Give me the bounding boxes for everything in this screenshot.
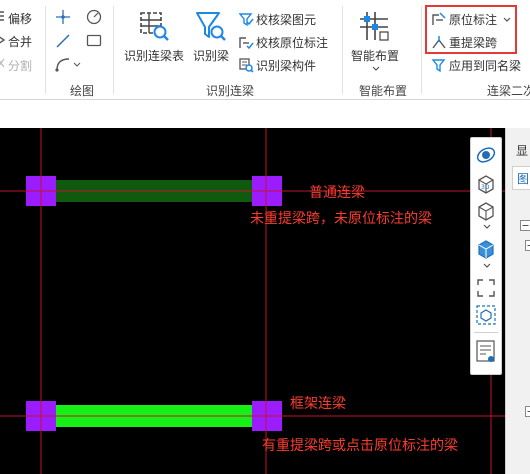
frame-beam-note: 有重提梁跨或点击原位标注的梁 (262, 438, 458, 454)
chevron-down-icon[interactable] (372, 66, 380, 72)
apply-same-name-icon[interactable] (431, 57, 447, 73)
group-label-identify: 识别连梁 (206, 84, 255, 98)
frame-beam-label: 框架连梁 (290, 396, 346, 412)
select-3d-icon[interactable] (475, 304, 497, 326)
line-icon[interactable] (55, 33, 71, 49)
canvas-graphics (0, 128, 530, 474)
identify-table-button[interactable]: 识别连梁表 (124, 49, 184, 63)
offset-button[interactable]: 偏移 (8, 12, 32, 26)
identify-component-icon[interactable] (238, 57, 254, 73)
in-situ-annotation-button[interactable]: 原位标注 (449, 13, 497, 27)
group-label-smart: 智能布置 (359, 84, 408, 98)
repick-span-icon[interactable] (431, 34, 447, 50)
identify-component-button[interactable]: 识别梁构件 (256, 59, 316, 73)
identify-beam-button[interactable]: 识别梁 (193, 49, 229, 63)
split-icon (0, 57, 6, 69)
collapse-icon[interactable] (525, 240, 530, 251)
side-panel-title: 显 (516, 144, 529, 158)
in-situ-annotation-icon[interactable] (431, 11, 447, 27)
apply-same-name-button[interactable]: 应用到同名梁 (449, 59, 521, 73)
check-annotation-button[interactable]: 校核原位标注 (256, 36, 328, 50)
cube-icon[interactable] (475, 200, 497, 222)
ordinary-beam-note: 未重提梁跨，未原位标注的梁 (250, 211, 432, 227)
collapse-icon[interactable] (520, 220, 530, 231)
solid-cube-icon[interactable] (475, 238, 497, 260)
right-side-panel: 显 图 (505, 128, 530, 474)
rect-icon[interactable] (86, 34, 102, 48)
chevron-down-icon[interactable] (503, 17, 511, 23)
ribbon-gap (0, 100, 530, 128)
collapse-icon[interactable] (525, 406, 530, 417)
point-icon[interactable] (55, 9, 71, 25)
smart-layout-button[interactable]: 智能布置 (351, 49, 399, 63)
arc-icon[interactable] (55, 56, 81, 72)
table-scan-icon[interactable] (138, 10, 170, 42)
merge-icon[interactable] (0, 34, 6, 46)
group-label-draw: 绘图 (70, 84, 95, 98)
check-annotation-icon[interactable] (238, 34, 254, 50)
side-panel-tab[interactable]: 图 (517, 172, 529, 186)
chevron-down-icon[interactable] (483, 263, 491, 269)
circle-icon[interactable] (86, 9, 102, 25)
ribbon-toolbar: 偏移 合并 分割 绘图 识别连梁表 识别梁 校核梁图元 校核原位标注 识别梁构件… (0, 0, 530, 100)
split-button: 分割 (8, 59, 33, 73)
check-element-button[interactable]: 校核梁图元 (256, 13, 316, 27)
orbit-icon[interactable] (475, 144, 497, 166)
drawing-canvas[interactable]: 普通连梁 未重提梁跨，未原位标注的梁 框架连梁 有重提梁跨或点击原位标注的梁 (0, 128, 530, 474)
ordinary-beam-label: 普通连梁 (309, 185, 365, 201)
repick-span-button[interactable]: 重提梁跨 (449, 36, 497, 50)
grid-layout-icon[interactable] (358, 10, 390, 42)
offset-icon[interactable] (0, 10, 6, 22)
merge-button[interactable]: 合并 (8, 35, 32, 49)
3d-view-icon[interactable]: 3D (475, 173, 497, 195)
check-element-icon[interactable] (238, 11, 254, 27)
zoom-extents-icon[interactable] (475, 277, 497, 299)
svg-text:3D: 3D (481, 184, 490, 191)
view-toolbar: 3D (470, 137, 502, 375)
beam-scan-icon[interactable] (195, 10, 227, 42)
properties-icon[interactable] (475, 339, 497, 365)
chevron-down-icon[interactable] (483, 224, 491, 230)
group-label-secondary: 连梁二次 (487, 84, 530, 98)
